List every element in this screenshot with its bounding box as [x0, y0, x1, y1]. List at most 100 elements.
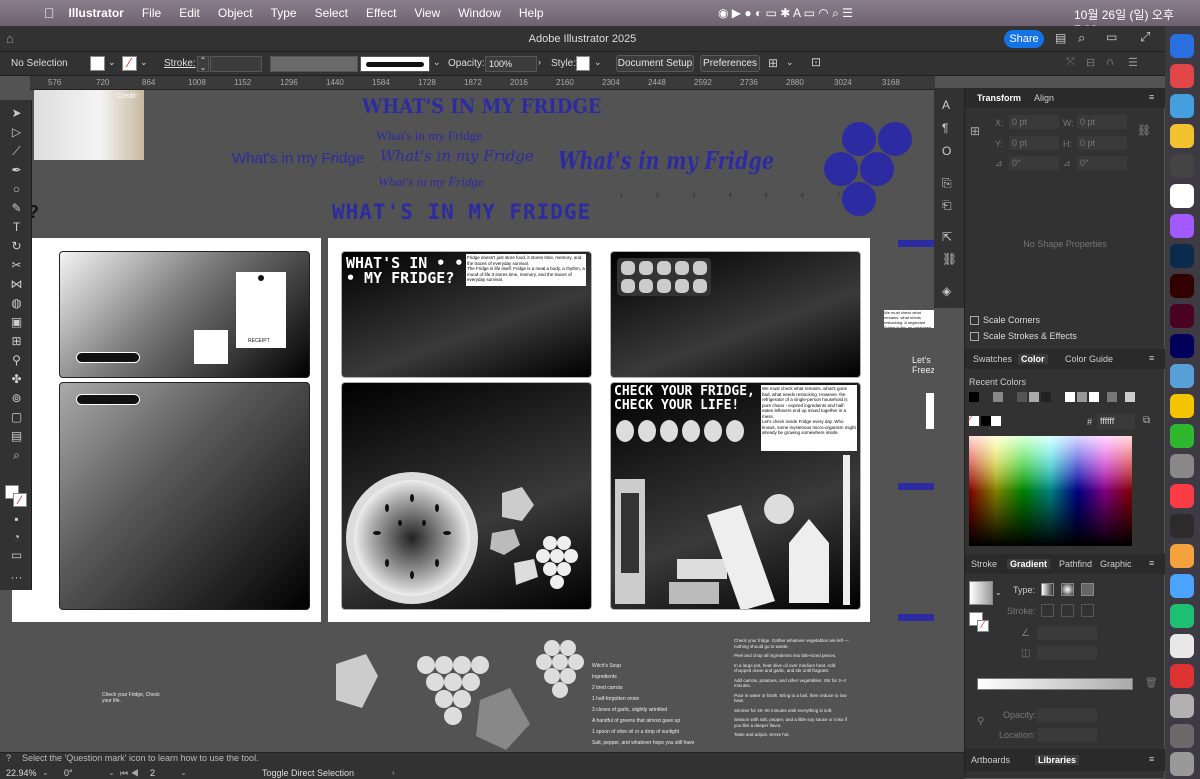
rotate-field[interactable]: 0°	[1009, 156, 1059, 170]
fridge-bottom-panel[interactable]	[59, 382, 310, 610]
fridge-top-panel[interactable]: RECEIPT	[59, 251, 310, 378]
menu-edit[interactable]: Edit	[179, 6, 200, 20]
search-icon[interactable]: ⌕	[1078, 30, 1085, 46]
blue-grape-circle[interactable]	[842, 122, 876, 156]
artboard-right[interactable]: WHAT'S IN • • • MY FRIDGE? Fridge doesn'…	[328, 238, 870, 622]
rotation-dropdown-icon[interactable]: ⌄	[108, 768, 115, 777]
stroke-weight-input[interactable]	[210, 56, 262, 72]
type-tool-icon[interactable]: T	[8, 220, 25, 234]
pen-tool-icon[interactable]: ✒	[8, 163, 25, 177]
illustrator-icon[interactable]	[1170, 274, 1194, 298]
isolate-icon[interactable]: ⊟	[1086, 56, 1095, 69]
fill-dropdown-icon[interactable]: ⌄	[108, 57, 116, 68]
swatch[interactable]	[1077, 392, 1087, 402]
side-text[interactable]: We must check what remains, what needs r…	[884, 310, 934, 328]
menu-type[interactable]: Type	[271, 6, 297, 20]
menu-object[interactable]: Object	[218, 6, 253, 20]
fullscreen-icon[interactable]: ⤢	[1140, 29, 1150, 45]
zoom-level[interactable]: 22.94%	[6, 768, 37, 778]
swatch[interactable]	[1125, 392, 1135, 402]
h-field[interactable]: 0 pt	[1077, 136, 1127, 150]
stroke-across-icon[interactable]	[1081, 604, 1094, 617]
menu-view[interactable]: View	[414, 6, 440, 20]
swatch[interactable]	[1089, 392, 1099, 402]
tab-color-guide[interactable]: Color Guide	[1065, 354, 1113, 364]
symbol-sprayer-tool-icon[interactable]: ✤	[8, 372, 25, 386]
menu-window[interactable]: Window	[458, 6, 501, 20]
title-variant[interactable]: What's in my Fridge	[558, 146, 774, 175]
opacity-label[interactable]: Opacity:	[448, 58, 485, 69]
tab-color[interactable]: Color	[1018, 354, 1048, 364]
artboard-dropdown-icon[interactable]: ⌄	[180, 768, 187, 777]
help-hint-icon[interactable]: ?	[6, 753, 11, 763]
workspace-icon[interactable]: ▭	[1106, 30, 1117, 44]
artboard-tool-icon[interactable]: ▢	[8, 410, 25, 424]
stroke-along-icon[interactable]	[1061, 604, 1074, 617]
artboard-number[interactable]: 2	[150, 768, 155, 778]
app-icon[interactable]	[1170, 394, 1194, 418]
music-icon[interactable]	[1170, 484, 1194, 508]
artboard-nav-icons[interactable]: ⏮ ◀	[120, 768, 139, 779]
slice-tool-icon[interactable]: ▤	[8, 429, 25, 443]
receipt[interactable]: RECEIPT	[236, 272, 286, 348]
rotation-value[interactable]: 0°	[64, 768, 73, 778]
stroke-within-icon[interactable]	[1041, 604, 1054, 617]
menu-help[interactable]: Help	[519, 6, 544, 20]
black-swatch[interactable]	[981, 416, 991, 426]
recent-color-swatches[interactable]	[969, 392, 1159, 404]
white-magnet[interactable]	[194, 330, 228, 364]
eyedropper-tool-icon[interactable]: ⚲	[8, 353, 25, 367]
linear-gradient-icon[interactable]	[1041, 583, 1054, 596]
check-fridge-panel[interactable]: CHECK YOUR FRIDGE, CHECK YOUR LIFE! We m…	[610, 382, 861, 610]
swatch[interactable]	[1029, 392, 1039, 402]
menu-app-name[interactable]: Illustrator	[69, 6, 124, 20]
tab-artboards[interactable]: Artboards	[971, 755, 1010, 765]
artboard-left[interactable]: RECEIPT	[12, 238, 321, 622]
panel-icon[interactable]: ▤	[1055, 31, 1066, 45]
freeform-gradient-icon[interactable]	[1081, 583, 1094, 596]
app-icon[interactable]	[1170, 544, 1194, 568]
stroke-dropdown-icon[interactable]: ⌄	[140, 57, 148, 68]
stop-location-field[interactable]	[1037, 728, 1097, 742]
title-variant[interactable]: What's in my Fridge	[380, 147, 534, 165]
tab-libraries[interactable]: Libraries	[1035, 755, 1080, 765]
soup-recipe[interactable]: Witch's Soup Ingredients 2 tired carrots…	[592, 661, 712, 749]
more-tools-icon[interactable]: ···	[8, 570, 25, 584]
gradient-eyedropper-icon[interactable]: ⚲	[977, 716, 984, 727]
preferences-button[interactable]: Preferences	[700, 55, 760, 72]
scissors-tool-icon[interactable]: ✂	[8, 258, 25, 272]
color-spectrum[interactable]	[969, 436, 1132, 546]
swatch[interactable]	[993, 392, 1003, 402]
arrange-dropdown-icon[interactable]: ⌄	[786, 57, 794, 68]
aspect-ratio-field[interactable]	[1037, 646, 1097, 660]
app-icon[interactable]	[1170, 634, 1194, 658]
draw-mode-icon[interactable]: ◔	[8, 530, 25, 544]
gradient-slider[interactable]	[977, 678, 1133, 690]
style-swatch[interactable]	[576, 56, 590, 71]
swatch[interactable]	[1017, 392, 1027, 402]
eggs-panel[interactable]	[610, 251, 861, 378]
status-chevron-icon[interactable]: ›	[392, 768, 395, 777]
panel-menu-icon[interactable]: ≡	[1149, 353, 1154, 363]
fridge-handle[interactable]	[76, 352, 140, 363]
app-icon[interactable]	[1170, 574, 1194, 598]
app-icon[interactable]	[1170, 604, 1194, 628]
input-mode-indicator[interactable]: A	[793, 6, 800, 20]
app-icon[interactable]	[1170, 694, 1194, 718]
share-button[interactable]: Share	[1004, 30, 1044, 48]
paragraph-panel-icon[interactable]: ¶	[942, 121, 948, 135]
app-icon[interactable]	[1170, 424, 1194, 448]
swatch[interactable]	[1107, 392, 1117, 402]
constrain-link-icon[interactable]: ⛓	[1137, 124, 1151, 137]
app-icon[interactable]	[1170, 124, 1194, 148]
panel-menu-icon[interactable]: ≡	[1149, 558, 1154, 568]
stop-opacity-field[interactable]	[1037, 708, 1097, 722]
angle-field[interactable]	[1037, 626, 1097, 640]
white-square[interactable]	[926, 393, 934, 429]
document-setup-button[interactable]: Document Setup	[616, 55, 694, 72]
magic-wand-tool-icon[interactable]: ⟋	[8, 144, 25, 158]
variable-width-profile[interactable]	[270, 56, 358, 72]
swatch[interactable]	[1041, 392, 1051, 402]
brush-definition[interactable]	[360, 56, 430, 72]
egg-tray[interactable]	[617, 258, 711, 296]
